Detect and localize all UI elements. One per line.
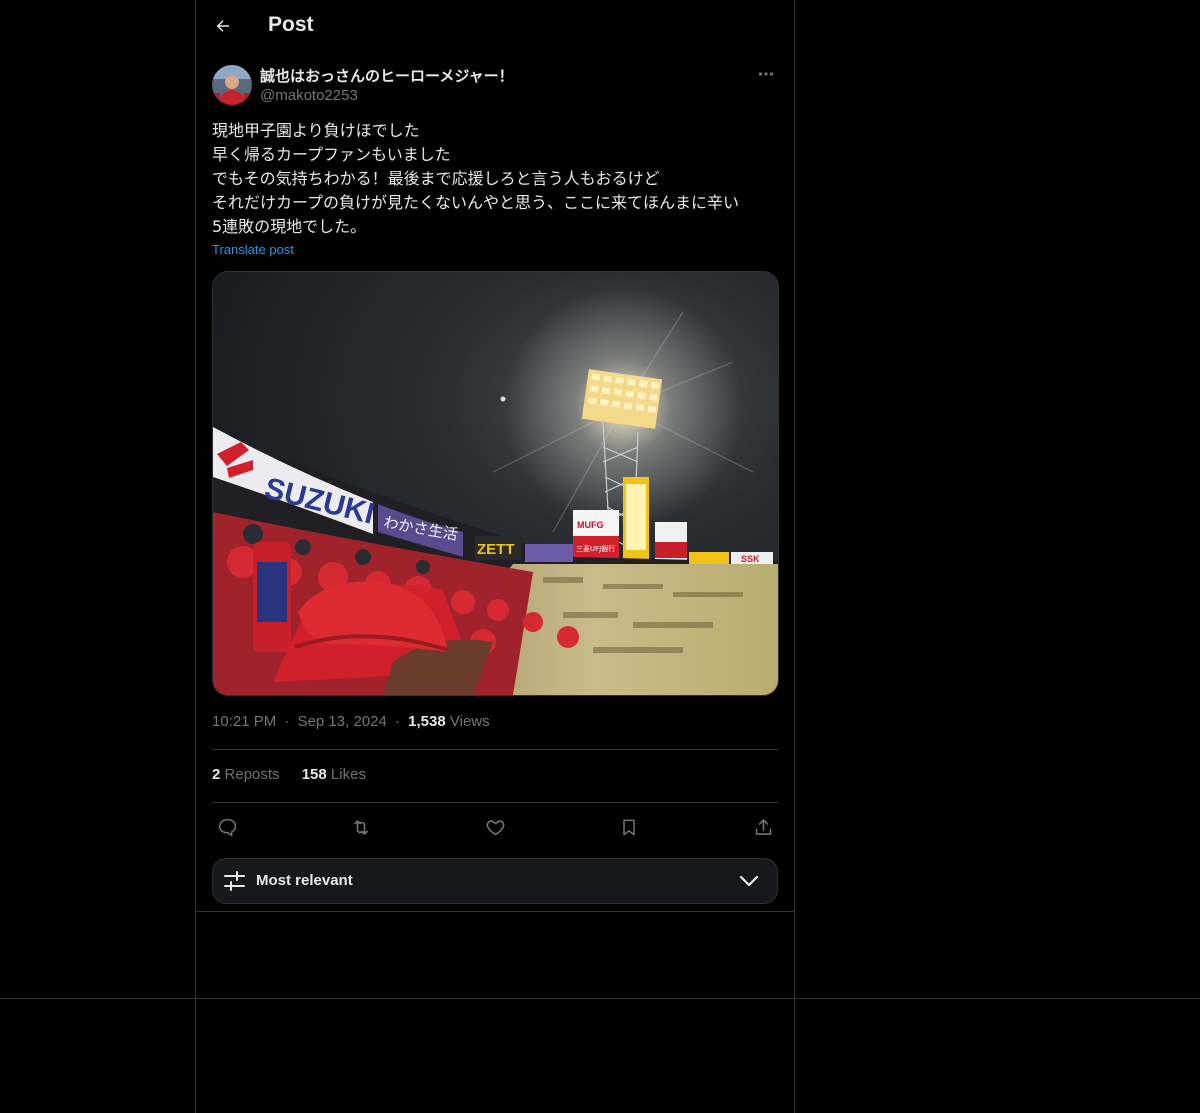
likes-label: Likes	[330, 766, 366, 783]
more-dots-icon	[758, 71, 774, 77]
top-bar: Post	[196, 0, 794, 54]
like-button[interactable]	[478, 813, 512, 841]
share-button[interactable]	[746, 813, 780, 841]
page-title: Post	[268, 13, 314, 36]
post-text-line: 現地甲子園より負けほでした	[212, 121, 420, 140]
post-text-line: それだけカープの負けが見たくないんやと思う、ここに来てほんまに辛い	[212, 193, 740, 212]
divider	[212, 802, 778, 803]
display-name[interactable]: 誠也はおっさんのヒーローメジャー！	[260, 65, 514, 86]
post-text-line: 早く帰るカープファンもいました	[212, 145, 451, 164]
post-text-line: でもその気持ちわかる！最後まで応援しろと言う人もおるけど	[212, 169, 660, 188]
user-handle[interactable]: @makoto2253	[260, 87, 358, 104]
post-meta: 10:21 PM · Sep 13, 2024 · 1,538 Views	[212, 713, 490, 730]
main-column: Post 誠也はおっさんのヒーローメジャー！ @makoto2253 現地甲子園…	[195, 0, 795, 1113]
reposts-label: Reposts	[224, 766, 280, 783]
likes-count: 158	[301, 766, 327, 783]
post-image[interactable]: MUFG 三菱UFJ銀行 SUZUKI わかさ生活 ZETT SSK	[212, 271, 779, 696]
reposts-count: 2	[212, 766, 221, 783]
chevron-down-icon	[739, 875, 759, 887]
share-icon	[753, 817, 774, 838]
sliders-icon	[224, 871, 245, 891]
post-author: 誠也はおっさんのヒーローメジャー！ @makoto2253	[212, 64, 778, 108]
arrow-left-icon	[214, 17, 232, 35]
meta-separator: ·	[284, 713, 290, 730]
reply-sort-dropdown[interactable]: Most relevant	[212, 858, 778, 904]
meta-separator: ·	[394, 713, 400, 730]
post-text: 現地甲子園より負けほでした 早く帰るカープファンもいました でもその気持ちわかる…	[212, 119, 778, 239]
repost-icon	[350, 817, 372, 838]
heart-icon	[485, 817, 506, 838]
post-time[interactable]: 10:21 PM	[212, 713, 276, 730]
page: Post 誠也はおっさんのヒーローメジャー！ @makoto2253 現地甲子園…	[0, 0, 1200, 1113]
translate-post-link[interactable]: Translate post	[212, 242, 294, 257]
sign-mufg: MUFG	[577, 520, 604, 530]
divider	[212, 749, 778, 750]
reply-icon	[217, 817, 238, 838]
sort-label: Most relevant	[256, 872, 353, 889]
bookmark-button[interactable]	[612, 813, 646, 841]
likes-link[interactable]: 158 Likes	[302, 766, 366, 783]
post-date[interactable]: Sep 13, 2024	[298, 713, 387, 730]
post-text-line: 5連敗の現地でした。	[212, 217, 367, 236]
bookmark-icon	[619, 817, 639, 838]
views-count: 1,538	[408, 713, 446, 730]
sign-bank: 三菱UFJ銀行	[576, 544, 615, 553]
post-stats: 2 Reposts 158 Likes	[212, 766, 384, 783]
sign-ssk: SSK	[741, 554, 760, 564]
back-button[interactable]	[206, 8, 240, 44]
sign-zett: ZETT	[477, 541, 515, 558]
reposts-link[interactable]: 2 Reposts	[212, 766, 280, 783]
reply-button[interactable]	[210, 813, 244, 841]
repost-button[interactable]	[344, 813, 378, 841]
avatar[interactable]	[212, 65, 252, 105]
more-options-button[interactable]	[754, 62, 778, 86]
divider	[196, 911, 794, 912]
views-label: Views	[449, 713, 490, 730]
